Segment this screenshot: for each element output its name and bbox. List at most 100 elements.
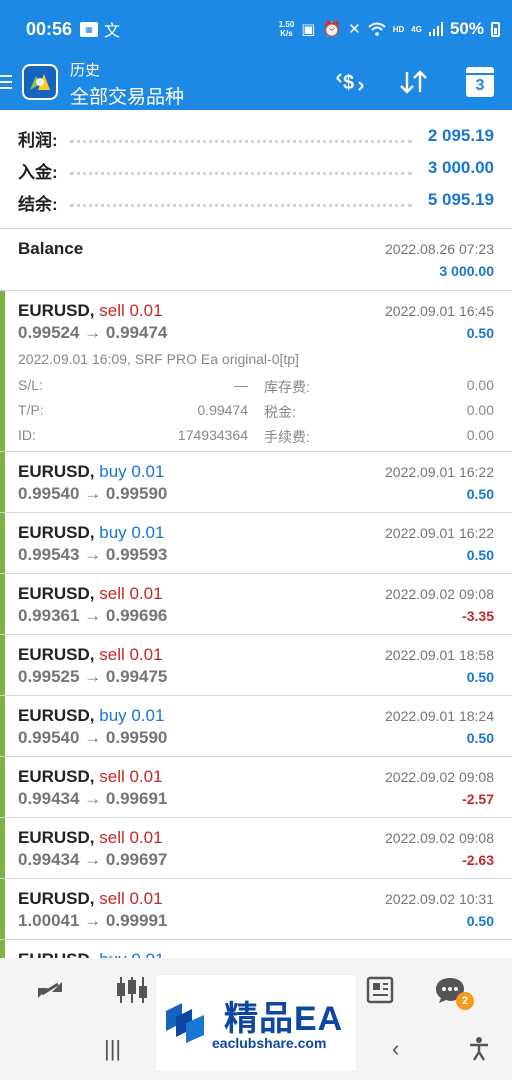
news-icon: [366, 976, 394, 1004]
network-speed: 1.50 K/s: [279, 20, 295, 38]
row-marker: [0, 635, 5, 695]
network-speed-unit: K/s: [280, 29, 293, 38]
trade-title: EURUSD, buy 0.01: [18, 523, 164, 543]
trade-prices: 0.99434 → 0.99691: [18, 789, 168, 808]
trade-row[interactable]: EURUSD, buy 0.01 0.99543 → 0.99593 2022.…: [0, 513, 512, 574]
row-marker: [0, 757, 5, 817]
row-profit: 0.50: [466, 913, 494, 929]
history-list[interactable]: Balance 2022.08.26 07:23 3 000.00 EURUSD…: [0, 229, 512, 980]
chart-tab[interactable]: [114, 972, 150, 1008]
row-profit: 0.50: [466, 486, 494, 502]
row-marker: [0, 818, 5, 878]
row-time: 2022.09.02 10:31: [385, 891, 494, 907]
trade-title: EURUSD, sell 0.01: [18, 584, 163, 604]
status-time: 00:56: [26, 18, 73, 39]
trade-row[interactable]: EURUSD, sell 0.01 0.99434 → 0.99691 2022…: [0, 757, 512, 818]
svg-text:$: $: [343, 72, 354, 94]
id-label: ID:: [18, 427, 36, 443]
sl-value: —: [234, 377, 248, 393]
summary-value: 2 095.19: [427, 126, 494, 145]
symbol-filter-button[interactable]: $: [330, 64, 370, 100]
trade-comment: 2022.09.01 16:09, SRF PRO Ea original-0[…: [18, 351, 299, 367]
row-time: 2022.09.01 16:22: [385, 464, 494, 480]
page-subtitle: 历史: [70, 62, 101, 79]
trade-title: EURUSD, buy 0.01: [18, 462, 164, 482]
trade-type: buy 0.01: [99, 706, 165, 725]
chat-tab[interactable]: 2: [432, 972, 474, 1010]
trade-prices: 0.99543 → 0.99593: [18, 545, 168, 564]
chat-badge: 2: [456, 992, 474, 1010]
recent-apps-button[interactable]: |||: [104, 1036, 121, 1062]
trade-prices: 0.99525 → 0.99475: [18, 667, 168, 686]
trade-prices: 0.99434 → 0.99697: [18, 850, 168, 869]
accessibility-button[interactable]: [468, 1036, 490, 1068]
row-marker: [0, 291, 5, 451]
watermark-logo: [166, 1003, 204, 1043]
balance-title: Balance: [18, 239, 84, 258]
watermark-url: eaclubshare.com: [212, 1035, 327, 1051]
back-button[interactable]: ‹: [392, 1036, 399, 1062]
trade-prices: 0.99540 → 0.99590: [18, 728, 168, 747]
id-value: 174934364: [177, 427, 248, 443]
trade-title: EURUSD, sell 0.01: [18, 767, 163, 787]
leader-dots: [70, 204, 412, 207]
metatrader-logo-icon: [30, 74, 50, 90]
trade-row[interactable]: EURUSD, sell 0.01 0.99434 → 0.99697 2022…: [0, 818, 512, 879]
menu-icon[interactable]: [0, 68, 14, 96]
news-tab[interactable]: [362, 972, 398, 1008]
trade-symbol: EURUSD,: [18, 706, 95, 725]
trade-row[interactable]: EURUSD, sell 0.01 1.00041 → 0.99991 2022…: [0, 879, 512, 940]
page-title[interactable]: 全部交易品种: [70, 82, 184, 109]
currency-exchange-icon: $: [336, 72, 364, 94]
row-time: 2022.09.02 09:08: [385, 769, 494, 785]
nfc-icon: ▣: [301, 21, 316, 38]
row-time: 2022.09.01 16:22: [385, 525, 494, 541]
quotes-icon: [38, 982, 62, 998]
trade-row[interactable]: EURUSD, sell 0.01 0.99361 → 0.99696 2022…: [0, 574, 512, 635]
trade-row[interactable]: EURUSD, buy 0.01 0.99540 → 0.99590 2022.…: [0, 696, 512, 757]
balance-row[interactable]: Balance 2022.08.26 07:23 3 000.00: [0, 229, 512, 291]
trade-row[interactable]: EURUSD, buy 0.01 0.99540 → 0.99590 2022.…: [0, 452, 512, 513]
calendar-icon: 3: [466, 67, 494, 97]
trade-type: sell 0.01: [99, 889, 163, 908]
trade-row[interactable]: EURUSD, sell 0.01 0.99525 → 0.99475 2022…: [0, 635, 512, 696]
row-marker: [0, 574, 5, 634]
row-time: 2022.09.02 09:08: [385, 830, 494, 846]
period-button[interactable]: 3: [460, 64, 500, 100]
status-indicators: 1.50 K/s ▣ ⏰ ✕ HD 4G 50%: [279, 19, 500, 39]
quotes-tab[interactable]: [32, 972, 68, 1008]
battery-icon: [491, 21, 500, 37]
trade-symbol: EURUSD,: [18, 523, 95, 542]
trade-type: buy 0.01: [99, 462, 165, 481]
sl-label: S/L:: [18, 377, 43, 393]
trade-row-expanded[interactable]: EURUSD, sell 0.01 0.99524 → 0.99474 2022…: [0, 291, 512, 452]
trade-type: sell 0.01: [99, 301, 163, 320]
row-profit: 0.50: [466, 547, 494, 563]
trade-title: EURUSD, sell 0.01: [18, 889, 163, 909]
tax-label: 税金:: [264, 404, 296, 420]
commission-value: 0.00: [466, 427, 494, 443]
row-profit: -3.35: [462, 608, 494, 624]
signal-label: 4G: [411, 24, 422, 34]
metatrader-logo[interactable]: [22, 64, 58, 100]
trade-title: EURUSD, sell 0.01: [18, 645, 163, 665]
trade-symbol: EURUSD,: [18, 828, 95, 847]
row-time: 2022.09.01 18:58: [385, 647, 494, 663]
alarm-icon: ⏰: [322, 21, 342, 38]
row-marker: [0, 452, 5, 512]
status-notification-icons: ▦ 文: [80, 17, 120, 41]
trade-symbol: EURUSD,: [18, 767, 95, 786]
trade-symbol: EURUSD,: [18, 645, 95, 664]
signal-icon: [428, 22, 443, 36]
summary-label: 利润:: [18, 131, 58, 150]
chart-icon: [117, 977, 147, 1003]
trade-type: sell 0.01: [99, 828, 163, 847]
summary-value: 3 000.00: [427, 158, 494, 177]
row-time: 2022.09.01 18:24: [385, 708, 494, 724]
row-marker: [0, 513, 5, 573]
tax-value: 0.00: [466, 402, 494, 418]
calendar-day: 3: [475, 77, 485, 94]
network-speed-value: 1.50: [278, 20, 295, 29]
row-time: 2022.09.01 16:45: [385, 303, 494, 319]
sort-button[interactable]: [394, 64, 434, 100]
